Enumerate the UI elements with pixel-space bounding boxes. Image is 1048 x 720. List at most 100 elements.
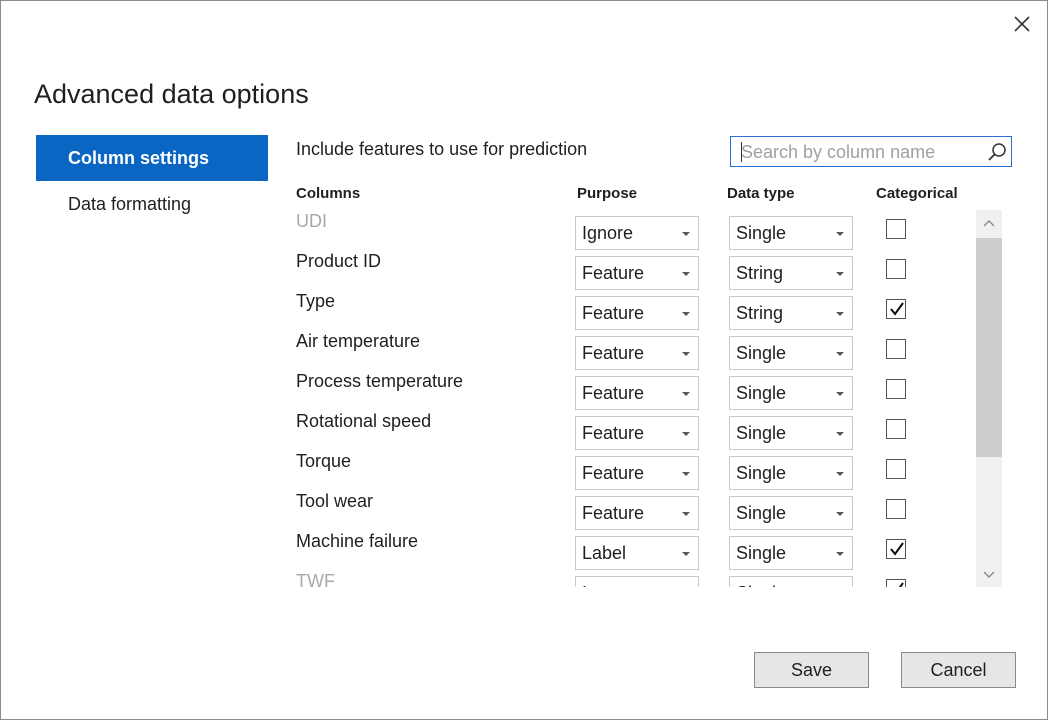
data-type-dropdown[interactable]: Single [729,536,853,570]
chevron-down-icon [836,472,844,476]
data-type-dropdown[interactable]: Single [729,336,853,370]
search-input[interactable] [741,141,971,163]
data-type-dropdown-value: Single [736,503,787,523]
categorical-checkbox[interactable] [886,299,906,319]
data-type-dropdown[interactable]: Single [729,496,853,530]
chevron-down-icon [682,312,690,316]
categorical-checkbox[interactable] [886,579,906,587]
categorical-checkbox[interactable] [886,499,906,519]
save-button[interactable]: Save [754,652,869,688]
chevron-down-icon [836,352,844,356]
settings-nav: Column settings Data formatting [36,135,268,227]
header-categorical: Categorical [876,185,958,202]
column-search-box[interactable] [730,136,1012,167]
purpose-dropdown-value: Feature [582,263,645,283]
header-data-type: Data type [727,185,795,202]
chevron-down-icon [836,312,844,316]
cancel-button[interactable]: Cancel [901,652,1016,688]
table-row: Machine failure Label Single [281,529,971,570]
chevron-down-icon [682,232,690,236]
purpose-dropdown[interactable]: Ignore [575,216,699,250]
purpose-dropdown[interactable]: Feature [575,336,699,370]
chevron-up-icon [983,220,995,227]
header-purpose: Purpose [577,185,638,202]
chevron-down-icon [836,392,844,396]
chevron-down-icon [836,512,844,516]
table-row: UDI Ignore Single [281,209,971,250]
search-icon[interactable] [986,141,1008,163]
column-name: Type [296,291,336,311]
data-type-dropdown-value: Single [736,543,787,563]
nav-item-data-formatting[interactable]: Data formatting [36,181,268,227]
categorical-checkbox[interactable] [886,219,906,239]
chevron-down-icon [836,552,844,556]
purpose-dropdown[interactable]: Feature [575,376,699,410]
data-type-dropdown[interactable]: Single [729,376,853,410]
data-type-dropdown-value: Single [736,223,787,243]
purpose-dropdown-value: Ignore [582,583,633,587]
data-type-dropdown[interactable]: Single [729,216,853,250]
data-type-dropdown[interactable]: Single [729,416,853,450]
advanced-data-options-dialog: Advanced data options Column settings Da… [0,0,1048,720]
column-name: Tool wear [296,491,374,511]
purpose-dropdown[interactable]: Ignore [575,576,699,587]
purpose-dropdown-value: Feature [582,463,645,483]
column-name: UDI [296,211,327,231]
purpose-dropdown[interactable]: Feature [575,456,699,490]
scroll-down-button[interactable] [976,562,1002,586]
categorical-checkbox[interactable] [886,339,906,359]
table-row: Type Feature String [281,289,971,330]
checkmark-icon [890,302,904,316]
purpose-dropdown-value: Ignore [582,223,634,243]
column-name: Process temperature [296,371,464,391]
table-row: Process temperature Feature Single [281,369,971,410]
purpose-dropdown[interactable]: Feature [575,296,699,330]
header-columns: Columns [296,185,361,202]
categorical-checkbox[interactable] [886,459,906,479]
data-type-dropdown-value: String [736,303,784,323]
data-type-dropdown-value: Single [736,423,787,443]
purpose-dropdown-value: Feature [582,343,645,363]
purpose-dropdown[interactable]: Feature [575,496,699,530]
table-row: Product ID Feature String [281,249,971,290]
chevron-down-icon [836,432,844,436]
column-name: Machine failure [296,531,419,551]
checkmark-icon [898,582,904,587]
data-type-dropdown[interactable]: Single [729,456,853,490]
column-name: Torque [296,451,352,471]
data-type-dropdown-value: Single [736,463,787,483]
dialog-title: Advanced data options [34,79,309,109]
scroll-thumb[interactable] [976,238,1002,457]
column-name: Air temperature [296,331,421,351]
table-row: Rotational speed Feature Single [281,409,971,450]
table-row: Air temperature Feature Single [281,329,971,370]
nav-item-column-settings[interactable]: Column settings [36,135,268,181]
column-name: Product ID [296,251,382,271]
chevron-down-icon [682,392,690,396]
data-type-dropdown[interactable]: String [729,256,853,290]
categorical-checkbox[interactable] [886,379,906,399]
include-features-label: Include features to use for prediction [296,139,588,159]
data-type-dropdown-value: String [736,263,784,283]
purpose-dropdown[interactable]: Feature [575,416,699,450]
scroll-up-button[interactable] [976,210,1002,236]
purpose-dropdown-value: Label [582,543,627,563]
checkmark-icon [890,542,904,556]
chevron-down-icon [682,272,690,276]
categorical-checkbox[interactable] [886,539,906,559]
categorical-checkbox[interactable] [886,419,906,439]
data-type-dropdown[interactable]: String [729,296,853,330]
purpose-dropdown[interactable]: Feature [575,256,699,290]
chevron-down-icon [682,432,690,436]
column-name: Rotational speed [296,411,432,431]
purpose-dropdown[interactable]: Label [575,536,699,570]
categorical-checkbox[interactable] [886,259,906,279]
data-type-dropdown-value: Single [736,343,787,363]
grid-scrollbar[interactable] [976,210,1002,587]
close-button[interactable] [1007,9,1037,39]
data-type-dropdown[interactable]: Single [729,576,853,587]
purpose-dropdown-value: Feature [582,423,645,443]
chevron-down-icon [682,472,690,476]
table-row: TWF Ignore Single [281,569,971,587]
table-row: Torque Feature Single [281,449,971,490]
